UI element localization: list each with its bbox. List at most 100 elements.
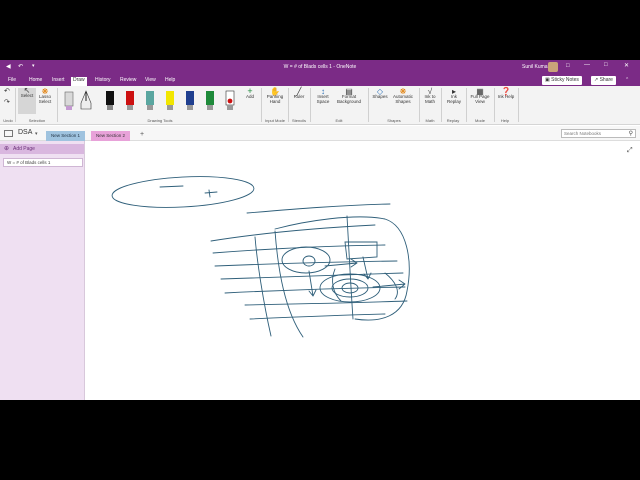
ink-vertical: [274, 230, 304, 338]
search-input[interactable]: Search Notebooks ⚲: [561, 129, 636, 138]
divider: [466, 88, 467, 122]
page-item[interactable]: W = # of Blads cells 1: [3, 158, 83, 167]
tab-history[interactable]: History: [93, 77, 113, 86]
panning-label: Panning Hand: [266, 94, 284, 104]
ribbon-display-icon[interactable]: □: [566, 63, 570, 69]
pen-black[interactable]: [106, 91, 114, 110]
divider: [368, 88, 369, 122]
add-page-label: Add Page: [13, 146, 35, 152]
divider: [57, 88, 58, 122]
select-label: Select: [20, 93, 34, 98]
add-page-button[interactable]: ⊕ Add Page: [0, 144, 84, 154]
highlighter-yellow[interactable]: [166, 91, 174, 110]
ink-loop: [281, 246, 331, 274]
close-icon[interactable]: ✕: [624, 62, 629, 69]
pen-black-thin[interactable]: [80, 90, 92, 110]
pen-blue[interactable]: [186, 91, 194, 110]
notebook-bar: DSA ▾ New Section 1 New Section 2 + Sear…: [0, 126, 640, 141]
minimize-icon[interactable]: —: [584, 62, 590, 68]
pen-gallery: [64, 90, 235, 110]
ink-help-button[interactable]: ❓ Ink Help: [497, 88, 515, 100]
lasso-label: Lasso Select: [38, 94, 52, 104]
ink-outline: [274, 216, 410, 321]
notebook-dropdown-icon[interactable]: ▾: [35, 131, 38, 137]
section-tab-2[interactable]: New Section 2: [91, 131, 131, 141]
pen-red[interactable]: [126, 91, 134, 110]
sticky-notes-button[interactable]: ▣ Sticky Notes: [542, 76, 582, 85]
divider: [494, 88, 495, 122]
format-background-button[interactable]: ▤ Format Background: [334, 88, 364, 105]
tab-home[interactable]: Home: [27, 77, 44, 86]
edit-group-label: Edit: [335, 118, 343, 123]
select-button[interactable]: ↖ Select: [18, 87, 36, 114]
ribbon-tabs: File Home Insert Draw History Review Vie…: [0, 75, 640, 86]
page-canvas[interactable]: ⤢: [85, 141, 640, 400]
input-group-label: Input Mode: [264, 118, 285, 123]
ink-line: [212, 244, 386, 254]
math-group-label: Math: [425, 118, 435, 123]
search-icon[interactable]: ⚲: [629, 130, 633, 138]
tab-file[interactable]: File: [6, 77, 18, 86]
tab-review[interactable]: Review: [118, 77, 138, 86]
add-section-button[interactable]: +: [140, 131, 144, 138]
title-bar: ◀ ↶ ▾ W = # of Blads cells 1 - OneNote S…: [0, 60, 640, 75]
notebook-name[interactable]: DSA: [18, 129, 32, 136]
panning-hand-button[interactable]: ✋ Panning Hand: [264, 88, 286, 105]
divider: [419, 88, 420, 122]
ink-line: [244, 300, 408, 306]
ink-replay-label: Ink Replay: [446, 94, 461, 104]
user-name[interactable]: Sunil Kumar: [522, 64, 549, 70]
ink-help-label: Ink Help: [497, 94, 515, 99]
add-pen-button[interactable]: + Add: [243, 87, 257, 100]
tab-help[interactable]: Help: [163, 77, 177, 86]
ruler-button[interactable]: ╱ Ruler: [291, 88, 307, 100]
ink-box: [344, 241, 378, 260]
section-tab-1[interactable]: New Section 1: [46, 131, 86, 141]
insert-space-button[interactable]: ↕ Insert Space: [313, 88, 333, 105]
divider: [518, 88, 519, 122]
ink-line: [249, 313, 386, 320]
undo-icon[interactable]: ↶: [4, 88, 10, 95]
notebook-icon: [4, 130, 13, 137]
ink-to-math-label: Ink to Math: [424, 94, 436, 104]
add-page-icon: ⊕: [4, 146, 10, 152]
drawing-tools-group-label: Drawing Tools: [147, 118, 173, 123]
onenote-window: ◀ ↶ ▾ W = # of Blads cells 1 - OneNote S…: [0, 60, 640, 400]
full-page-label: Full Page View: [470, 94, 490, 104]
lasso-select-button[interactable]: ❋ Lasso Select: [37, 88, 53, 105]
share-label: Share: [599, 77, 613, 83]
ink-stroke: [332, 268, 342, 302]
pen-gray[interactable]: [64, 91, 74, 110]
share-button[interactable]: ↗ Share: [591, 76, 616, 85]
ink-loop: [302, 255, 316, 267]
ink-line: [246, 203, 391, 214]
add-label: Add: [245, 94, 254, 99]
avatar[interactable]: [548, 62, 558, 72]
ink-arrow: [308, 270, 317, 297]
ink-drawing: [111, 176, 410, 338]
stencils-group-label: Stencils: [291, 118, 306, 123]
pen-green[interactable]: [206, 91, 214, 110]
tab-view[interactable]: View: [143, 77, 158, 86]
divider: [288, 88, 289, 122]
maximize-icon[interactable]: □: [604, 62, 608, 68]
shapes-button[interactable]: ◇ Shapes: [371, 88, 389, 100]
mode-group-label: Mode: [474, 118, 485, 123]
ink-line: [220, 272, 404, 280]
help-group-label: Help: [500, 118, 510, 123]
pen-red-dot[interactable]: [225, 90, 235, 110]
redo-icon[interactable]: ↷: [4, 99, 10, 106]
ink-to-math-button[interactable]: √ Ink to Math: [421, 88, 439, 105]
pen-teal[interactable]: [146, 91, 154, 110]
auto-shapes-label: Automatic Shapes: [392, 94, 413, 104]
ink-replay-button[interactable]: ▸ Ink Replay: [444, 88, 464, 105]
automatic-shapes-button[interactable]: ❋ Automatic Shapes: [390, 88, 416, 105]
shapes-group-label: Shapes: [387, 118, 401, 123]
full-page-view-button[interactable]: ▦ Full Page View: [468, 88, 492, 105]
ink-oval: [111, 176, 255, 208]
tab-draw[interactable]: Draw: [71, 77, 87, 86]
ink-vertical: [254, 236, 272, 337]
collapse-ribbon-icon[interactable]: ⌃: [625, 77, 629, 83]
tab-insert[interactable]: Insert: [50, 77, 67, 86]
sticky-notes-label: Sticky Notes: [551, 77, 579, 83]
